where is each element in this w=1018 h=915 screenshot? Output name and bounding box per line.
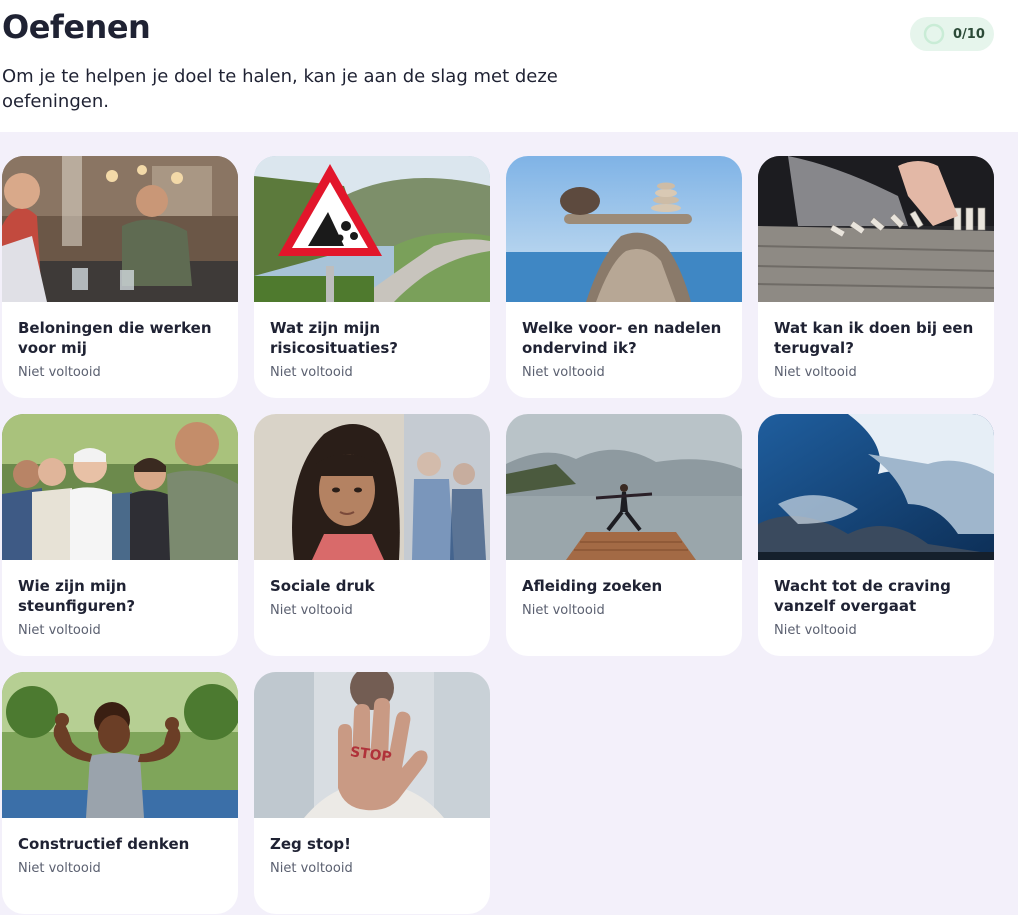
- exercise-title: Welke voor- en nadelen ondervind ik? Nie…: [522, 318, 732, 383]
- exercise-status: Niet voltooid: [18, 623, 101, 638]
- exercise-status: Niet voltooid: [522, 603, 605, 618]
- exercise-title: Afleiding zoeken Niet voltooid: [522, 576, 732, 621]
- exercise-area: Beloningen die werken voor mij Niet volt…: [0, 132, 1018, 915]
- exercise-title-text: Constructief denken: [18, 835, 190, 853]
- exercise-image-dominoes: [758, 156, 994, 302]
- exercise-title-text: Wacht tot de craving vanzelf overgaat: [774, 577, 951, 615]
- exercise-image-balancing-stones: [506, 156, 742, 302]
- exercise-image-cafe: [2, 156, 238, 302]
- exercise-status: Niet voltooid: [270, 365, 353, 380]
- exercise-card-distraction[interactable]: Afleiding zoeken Niet voltooid: [506, 414, 742, 656]
- exercise-card-support[interactable]: Wie zijn mijn steunfiguren? Niet voltooi…: [2, 414, 238, 656]
- exercise-title-text: Sociale druk: [270, 577, 375, 595]
- exercise-title-text: Afleiding zoeken: [522, 577, 663, 595]
- exercise-status: Niet voltooid: [270, 603, 353, 618]
- exercise-title: Wacht tot de craving vanzelf overgaat Ni…: [774, 576, 984, 641]
- page-subtitle: Om je te helpen je doel te halen, kan je…: [2, 66, 558, 112]
- exercise-card-relapse[interactable]: Wat kan ik doen bij een terugval? Niet v…: [758, 156, 994, 398]
- exercise-card-social-pressure[interactable]: Sociale druk Niet voltooid: [254, 414, 490, 656]
- exercise-title-text: Wat zijn mijn risicosituaties?: [270, 319, 398, 357]
- exercise-image-woman-in-crowd: [254, 414, 490, 560]
- exercise-card-wait-craving[interactable]: Wacht tot de craving vanzelf overgaat Ni…: [758, 414, 994, 656]
- exercise-title: Wat kan ik doen bij een terugval? Niet v…: [774, 318, 984, 383]
- exercise-grid: Beloningen die werken voor mij Niet volt…: [2, 156, 994, 914]
- exercise-status: Niet voltooid: [522, 365, 605, 380]
- exercise-image-strong-woman: [2, 672, 238, 818]
- exercise-image-friends: [2, 414, 238, 560]
- progress-badge: 0/10: [910, 17, 994, 51]
- exercise-title-text: Beloningen die werken voor mij: [18, 319, 212, 357]
- exercise-status: Niet voltooid: [18, 861, 101, 876]
- page-title: Oefenen: [2, 8, 151, 46]
- exercise-title: Constructief denken Niet voltooid: [18, 834, 228, 879]
- exercise-image-stop-hand: STOP: [254, 672, 490, 818]
- exercise-image-clouds: [758, 414, 994, 560]
- exercise-card-rewards[interactable]: Beloningen die werken voor mij Niet volt…: [2, 156, 238, 398]
- exercise-title: Beloningen die werken voor mij Niet volt…: [18, 318, 228, 383]
- exercise-title-text: Zeg stop!: [270, 835, 351, 853]
- exercise-title: Wat zijn mijn risicosituaties? Niet volt…: [270, 318, 480, 383]
- exercise-image-warning-sign: [254, 156, 490, 302]
- exercise-status: Niet voltooid: [270, 861, 353, 876]
- exercise-card-constructive-thinking[interactable]: Constructief denken Niet voltooid: [2, 672, 238, 914]
- exercise-status: Niet voltooid: [774, 365, 857, 380]
- progress-count: 0/10: [953, 26, 985, 42]
- exercise-title: Wie zijn mijn steunfiguren? Niet voltooi…: [18, 576, 228, 641]
- exercise-title: Zeg stop! Niet voltooid: [270, 834, 480, 879]
- exercise-card-say-stop[interactable]: STOP Zeg stop! Niet voltooid: [254, 672, 490, 914]
- page-header: Oefenen Om je te helpen je doel te halen…: [0, 0, 1018, 132]
- exercise-status: Niet voltooid: [18, 365, 101, 380]
- exercise-title: Sociale druk Niet voltooid: [270, 576, 480, 621]
- exercise-title-text: Wat kan ik doen bij een terugval?: [774, 319, 974, 357]
- exercise-title-text: Welke voor- en nadelen ondervind ik?: [522, 319, 722, 357]
- exercise-card-pros-cons[interactable]: Welke voor- en nadelen ondervind ik? Nie…: [506, 156, 742, 398]
- progress-ring-icon: [923, 23, 945, 45]
- exercise-card-risk-situations[interactable]: Wat zijn mijn risicosituaties? Niet volt…: [254, 156, 490, 398]
- exercise-status: Niet voltooid: [774, 623, 857, 638]
- exercise-image-yoga-pier: [506, 414, 742, 560]
- exercise-title-text: Wie zijn mijn steunfiguren?: [18, 577, 136, 615]
